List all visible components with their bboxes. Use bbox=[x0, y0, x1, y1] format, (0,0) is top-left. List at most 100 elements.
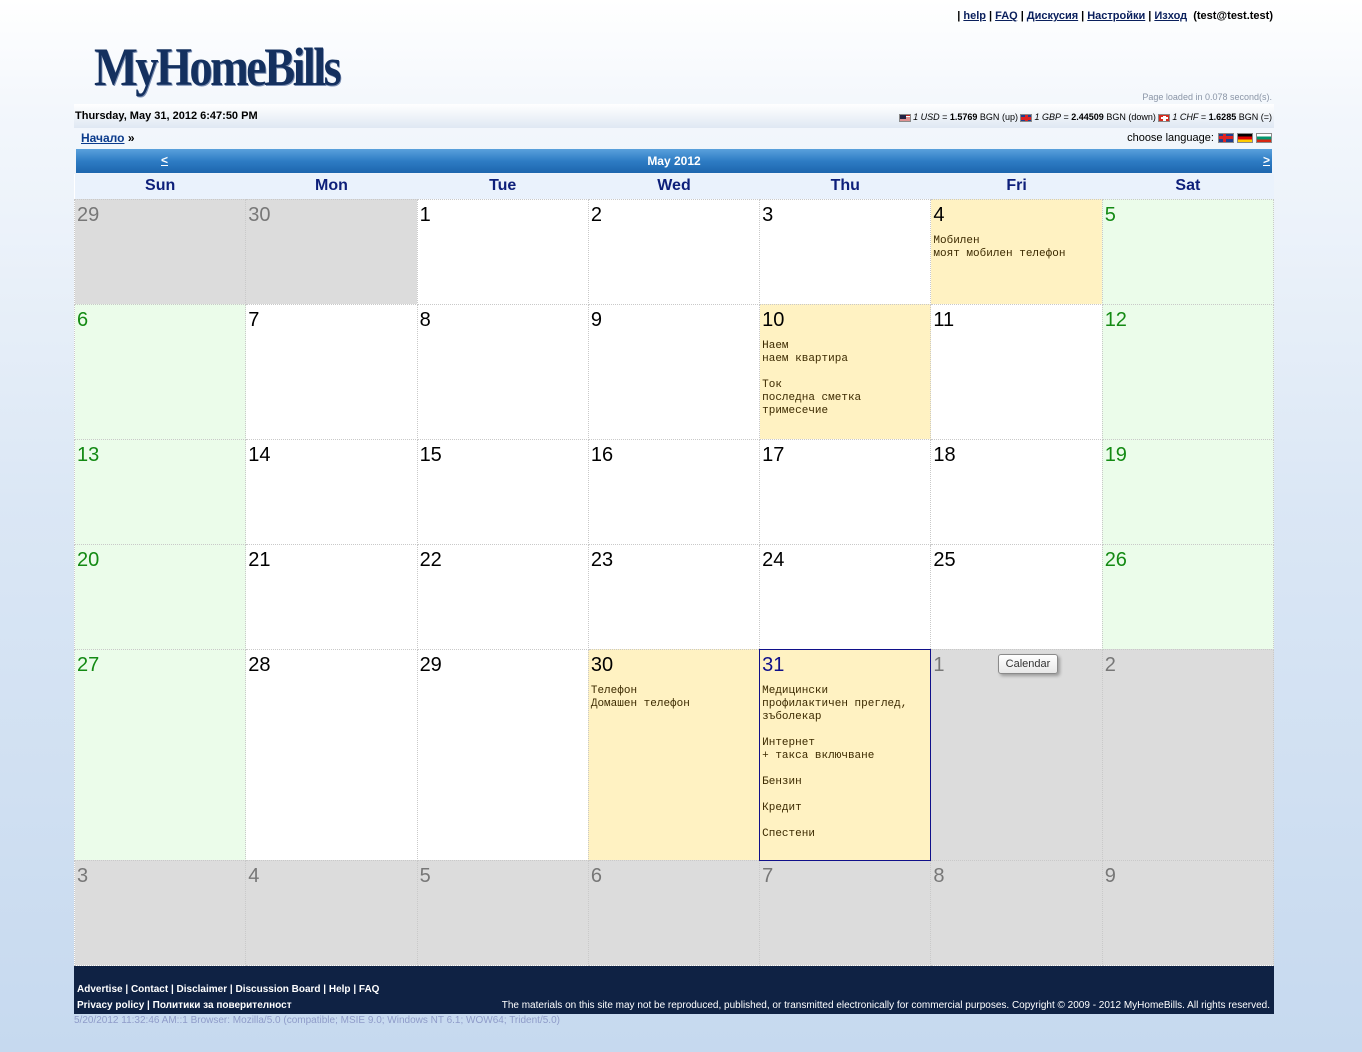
day-number: 10 bbox=[762, 308, 785, 331]
calendar-day-cell[interactable]: 9 bbox=[1101, 859, 1275, 966]
breadcrumb-home-link[interactable]: Начало bbox=[81, 131, 124, 145]
day-number: 11 bbox=[933, 308, 955, 331]
calendar-day-cell[interactable]: 3 bbox=[759, 198, 932, 305]
footer-help-link[interactable]: Help bbox=[329, 984, 351, 995]
calendar-day-cell[interactable]: 22 bbox=[416, 543, 589, 650]
day-number: 7 bbox=[248, 308, 260, 331]
settings-link[interactable]: Настройки bbox=[1087, 10, 1145, 22]
bill-event[interactable]: Бензин bbox=[762, 776, 928, 789]
site-logo[interactable]: MyHomeBills bbox=[94, 36, 342, 98]
calendar-day-cell[interactable]: 5 bbox=[1101, 198, 1275, 305]
calendar-day-cell[interactable]: 8 bbox=[930, 859, 1103, 966]
calendar-day-cell[interactable]: 24 bbox=[759, 543, 932, 650]
calendar-day-cell[interactable]: 1 bbox=[930, 648, 1103, 861]
calendar-week-row: 29 30 1 2 3 4 Мобилен моят мобилен телефон 5 bbox=[73, 198, 1275, 305]
bill-event[interactable]: Кредит bbox=[762, 802, 928, 815]
calendar-day-cell[interactable]: 18 bbox=[930, 438, 1103, 545]
help-link[interactable]: help bbox=[963, 10, 986, 22]
calendar-day-cell[interactable]: 2 bbox=[1101, 648, 1275, 861]
day-events: Медицински профилактичен преглед, зъболек… bbox=[762, 685, 928, 841]
footer-discussion-link[interactable]: Discussion Board bbox=[235, 984, 320, 995]
calendar-day-cell[interactable]: 19 bbox=[1101, 438, 1275, 545]
faq-link[interactable]: FAQ bbox=[995, 10, 1018, 22]
calendar-day-cell[interactable]: 23 bbox=[587, 543, 761, 650]
bill-event[interactable]: Интернет + такса включване bbox=[762, 737, 928, 763]
usd-trend: (up) bbox=[1001, 112, 1018, 122]
bill-description: + такса включване bbox=[762, 749, 875, 762]
footer-advertise-link[interactable]: Advertise bbox=[77, 984, 123, 995]
calendar-day-cell[interactable]: 7 bbox=[245, 303, 418, 440]
calendar-day-cell[interactable]: 28 bbox=[245, 648, 418, 861]
calendar-day-cell[interactable]: 8 bbox=[416, 303, 589, 440]
bill-event[interactable]: Мобилен моят мобилен телефон bbox=[933, 235, 1099, 261]
logout-link[interactable]: Изход bbox=[1154, 10, 1187, 22]
day-number: 20 bbox=[77, 548, 100, 571]
footer-privacy-link[interactable]: Privacy policy bbox=[77, 1000, 144, 1011]
browser-info: 5/20/2012 11:32:46 AM::1 Browser: Mozill… bbox=[74, 1015, 560, 1026]
calendar-day-cell[interactable]: 1 bbox=[416, 198, 589, 305]
chf-currency: BGN bbox=[1238, 112, 1259, 122]
next-month-link[interactable]: > bbox=[1263, 153, 1270, 167]
english-flag-icon[interactable] bbox=[1218, 133, 1234, 144]
calendar-day-cell[interactable]: 12 bbox=[1101, 303, 1275, 440]
day-number: 30 bbox=[590, 653, 614, 676]
discussion-link[interactable]: Дискусия bbox=[1027, 10, 1078, 22]
us-flag-icon bbox=[899, 113, 912, 122]
calendar-day-cell[interactable]: 2 bbox=[587, 198, 761, 305]
bill-event[interactable]: Ток последна сметка тримесечие bbox=[762, 379, 928, 418]
calendar-day-cell[interactable]: 21 bbox=[245, 543, 418, 650]
day-number: 21 bbox=[248, 548, 271, 571]
page-load-time: Page loaded in 0.078 second(s). bbox=[1142, 92, 1272, 102]
calendar-day-cell[interactable]: 5 bbox=[416, 859, 589, 966]
calendar-day-cell[interactable]: 30 bbox=[245, 198, 418, 305]
usd-currency: BGN bbox=[979, 112, 1000, 122]
user-email: (test@test.test) bbox=[1193, 10, 1273, 22]
calendar-day-cell[interactable]: 4 bbox=[245, 859, 418, 966]
day-number: 28 bbox=[248, 653, 271, 676]
footer: Advertise | Contact | Disclaimer | Discu… bbox=[74, 966, 1274, 1014]
calendar-day-cell[interactable]: 11 bbox=[930, 303, 1103, 440]
calendar-day-cell[interactable]: 3 bbox=[73, 859, 247, 966]
calendar-day-cell[interactable]: 29 bbox=[73, 198, 247, 305]
bill-description: Домашен телефон bbox=[590, 697, 690, 710]
weekday-header: Thu bbox=[759, 174, 931, 199]
bill-event[interactable]: Спестени bbox=[762, 828, 928, 841]
bill-description: последна сметка тримесечие bbox=[762, 391, 862, 417]
calendar-day-cell[interactable]: 4 Мобилен моят мобилен телефон bbox=[930, 198, 1103, 305]
weekday-header: Sat bbox=[1102, 174, 1274, 199]
calendar-day-cell[interactable]: 31 Медицински профилактичен преглед, зъбол… bbox=[759, 648, 932, 861]
gbp-amount: 1 GBP bbox=[1034, 112, 1061, 122]
calendar-day-cell[interactable]: 16 bbox=[587, 438, 761, 545]
bill-event[interactable]: Телефон Домашен телефон bbox=[591, 685, 757, 711]
calendar-day-cell[interactable]: 13 bbox=[73, 438, 247, 545]
calendar-tooltip: Calendar bbox=[998, 654, 1058, 674]
day-number: 17 bbox=[762, 443, 785, 466]
bill-event[interactable]: Медицински профилактичен преглед, зъболек… bbox=[762, 685, 928, 724]
bulgarian-flag-icon[interactable] bbox=[1256, 133, 1272, 144]
calendar-day-cell[interactable]: 20 bbox=[73, 543, 247, 650]
calendar-day-cell[interactable]: 7 bbox=[759, 859, 932, 966]
calendar-day-cell[interactable]: 30 Телефон Домашен телефон bbox=[587, 648, 761, 861]
day-number: 6 bbox=[77, 308, 89, 331]
footer-contact-link[interactable]: Contact bbox=[131, 984, 168, 995]
calendar-day-cell[interactable]: 25 bbox=[930, 543, 1103, 650]
calendar-day-cell[interactable]: 15 bbox=[416, 438, 589, 545]
calendar-day-cell[interactable]: 10 Наем наем квартира Ток последна сметка тр… bbox=[759, 303, 932, 440]
calendar-day-cell[interactable]: 26 bbox=[1101, 543, 1275, 650]
footer-disclaimer-link[interactable]: Disclaimer bbox=[177, 984, 228, 995]
calendar-day-cell[interactable]: 27 bbox=[73, 648, 247, 861]
bill-description: моят мобилен телефон bbox=[933, 247, 1066, 260]
footer-privacy-bg-link[interactable]: Политики за поверителност bbox=[153, 1000, 292, 1011]
calendar-day-cell[interactable]: 29 bbox=[416, 648, 589, 861]
day-number: 14 bbox=[248, 443, 271, 466]
calendar-day-cell[interactable]: 17 bbox=[759, 438, 932, 545]
bill-event[interactable]: Наем наем квартира bbox=[762, 340, 928, 366]
calendar-day-cell[interactable]: 6 bbox=[73, 303, 247, 440]
german-flag-icon[interactable] bbox=[1237, 133, 1253, 144]
footer-faq-link[interactable]: FAQ bbox=[359, 984, 380, 995]
bill-description: профилактичен преглед, зъболекар bbox=[762, 697, 908, 723]
day-number: 4 bbox=[933, 203, 945, 226]
calendar-day-cell[interactable]: 6 bbox=[587, 859, 761, 966]
calendar-day-cell[interactable]: 9 bbox=[587, 303, 761, 440]
calendar-day-cell[interactable]: 14 bbox=[245, 438, 418, 545]
